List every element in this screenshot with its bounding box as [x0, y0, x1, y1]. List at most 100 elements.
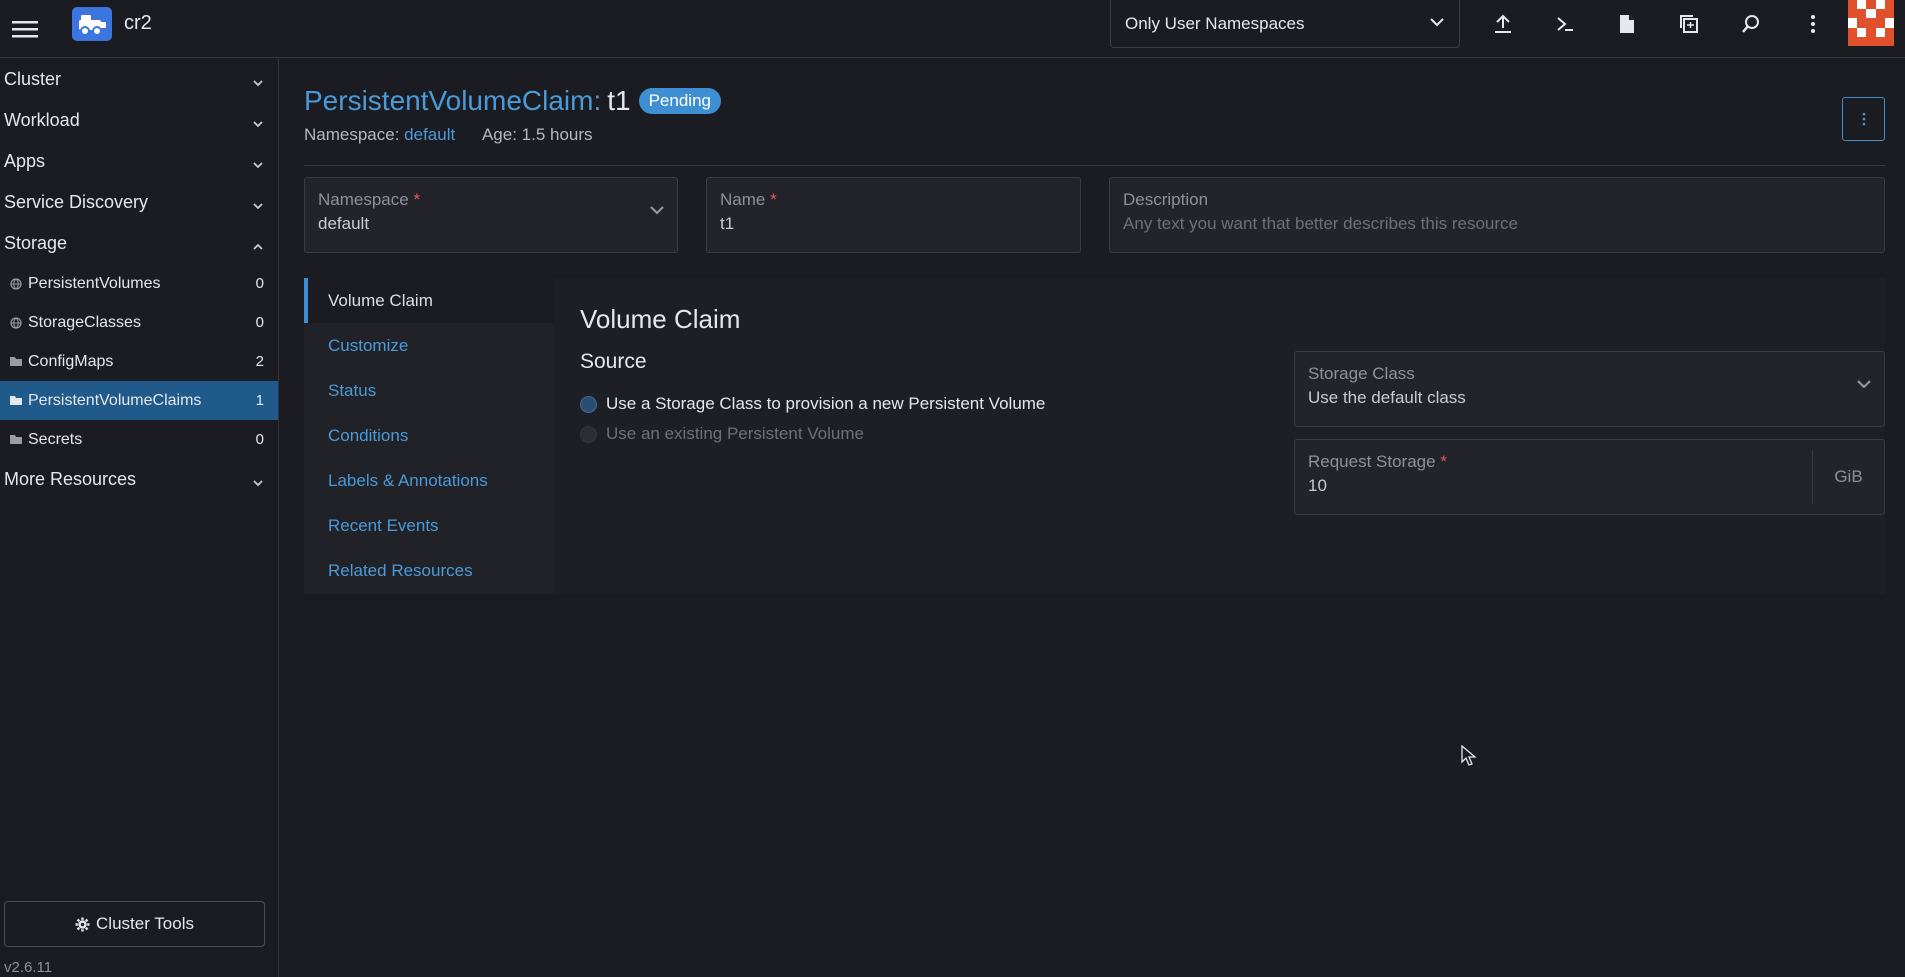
- chevron-down-icon: [252, 473, 264, 494]
- description-placeholder: Any text you want that better describes …: [1123, 214, 1518, 233]
- sidebar-item-label: PersistentVolumes: [28, 274, 161, 292]
- chevron-down-icon: [649, 202, 665, 222]
- search-icon[interactable]: [1720, 0, 1782, 48]
- storage-class-select[interactable]: Storage Class Use the default class: [1294, 351, 1885, 427]
- storage-class-value: Use the default class: [1308, 388, 1466, 407]
- chevron-down-icon: [252, 196, 264, 217]
- gear-icon: [75, 916, 90, 932]
- sidebar-item-storageclasses[interactable]: StorageClasses 0: [0, 303, 278, 342]
- source-title: Source: [580, 350, 647, 373]
- namespace-label: Namespace:: [304, 125, 400, 144]
- sidebar-item-configmaps[interactable]: ConfigMaps 2: [0, 342, 278, 381]
- nav-group-workload[interactable]: Workload: [0, 100, 278, 141]
- resource-name: t1: [607, 85, 631, 116]
- sidebar-item-label: Secrets: [28, 430, 83, 448]
- rancher-logo-icon[interactable]: [72, 7, 112, 41]
- copy-config-icon[interactable]: [1658, 0, 1720, 48]
- nav-group-label: Workload: [4, 110, 80, 130]
- namespace-value: default: [318, 214, 370, 233]
- nav-group-more-resources[interactable]: More Resources: [0, 459, 278, 500]
- storage-unit-addon: GiB: [1812, 450, 1884, 504]
- item-count: 0: [255, 314, 264, 331]
- name-label-text: Name: [720, 190, 766, 209]
- sidebar: Cluster Workload Apps Service Discovery …: [0, 59, 279, 977]
- sidebar-item-secrets[interactable]: Secrets 0: [0, 420, 278, 459]
- radio-option-new-volume[interactable]: Use a Storage Class to provision a new P…: [580, 394, 1045, 414]
- folder-icon: [10, 434, 26, 445]
- name-field-label: Name *: [720, 190, 1067, 210]
- namespace-link[interactable]: default: [404, 125, 455, 144]
- page-title: PersistentVolumeClaim: t1 Pending: [304, 85, 721, 117]
- sidebar-item-persistentvolumes[interactable]: PersistentVolumes 0: [0, 264, 278, 303]
- nav-group-label: Service Discovery: [4, 192, 149, 212]
- required-mark: *: [413, 190, 421, 209]
- nav-group-apps[interactable]: Apps: [0, 141, 278, 182]
- chevron-down-icon: [252, 114, 264, 135]
- request-storage-label: Request Storage: [1308, 452, 1436, 471]
- tab-related-resources[interactable]: Related Resources: [304, 548, 554, 593]
- nav-group-label: Cluster: [4, 69, 62, 89]
- user-avatar[interactable]: [1848, 0, 1894, 46]
- file-icon[interactable]: [1596, 0, 1658, 48]
- namespace-filter-value: Only User Namespaces: [1125, 13, 1305, 33]
- age-label: Age: 1.5 hours: [481, 125, 593, 144]
- cluster-name: cr2: [124, 12, 152, 34]
- radio-option-existing-volume[interactable]: Use an existing Persistent Volume: [580, 424, 864, 444]
- tab-status[interactable]: Status: [304, 368, 554, 413]
- top-bar: cr2 Only User Namespaces: [0, 0, 1905, 58]
- resource-type-link[interactable]: PersistentVolumeClaim:: [304, 85, 601, 117]
- shell-icon[interactable]: [1534, 0, 1596, 48]
- item-count: 1: [255, 392, 264, 409]
- nav-group-label: Apps: [4, 151, 46, 171]
- request-storage-field-label: Request Storage *: [1308, 452, 1871, 472]
- globe-icon: [10, 316, 26, 329]
- radio-button[interactable]: [580, 425, 597, 443]
- chevron-down-icon: [252, 73, 264, 94]
- upload-icon[interactable]: [1472, 0, 1534, 48]
- storage-class-label: Storage Class: [1308, 364, 1415, 383]
- tab-recent-events[interactable]: Recent Events: [304, 503, 554, 548]
- tab-labels-annotations[interactable]: Labels & Annotations: [304, 458, 554, 503]
- cluster-tools-button[interactable]: Cluster Tools: [4, 901, 265, 947]
- chevron-down-icon: [1429, 14, 1445, 35]
- nav-group-service-discovery[interactable]: Service Discovery: [0, 182, 278, 223]
- nav-group-storage[interactable]: Storage: [0, 223, 278, 264]
- sidebar-item-label: ConfigMaps: [28, 352, 114, 370]
- radio-label: Use a Storage Class to provision a new P…: [606, 394, 1046, 413]
- chevron-down-icon: [1856, 376, 1872, 396]
- description-label: Description: [1123, 190, 1209, 209]
- radio-button[interactable]: [580, 395, 597, 413]
- chevron-up-icon: [252, 237, 264, 258]
- hamburger-icon[interactable]: [0, 0, 50, 58]
- more-vertical-icon[interactable]: [1782, 0, 1844, 48]
- tab-customize[interactable]: Customize: [304, 323, 554, 368]
- request-storage-value: 10: [1308, 476, 1327, 495]
- top-toolbar: [1472, 0, 1844, 48]
- name-field[interactable]: Name * t1: [706, 177, 1081, 253]
- sidebar-item-label: PersistentVolumeClaims: [28, 391, 202, 409]
- nav-group-cluster[interactable]: Cluster: [0, 59, 278, 100]
- namespace-field-label: Namespace *: [318, 190, 664, 210]
- tab-conditions[interactable]: Conditions: [304, 413, 554, 458]
- item-count: 0: [255, 275, 264, 292]
- sidebar-item-persistentvolumeclaims[interactable]: PersistentVolumeClaims 1: [0, 381, 278, 420]
- namespace-select[interactable]: Namespace * default: [304, 177, 678, 253]
- description-field[interactable]: Description Any text you want that bette…: [1109, 177, 1885, 253]
- cluster-tools-label: Cluster Tools: [96, 914, 194, 933]
- required-mark: *: [770, 190, 777, 209]
- request-storage-field[interactable]: Request Storage * 10 GiB: [1294, 439, 1885, 515]
- globe-icon: [10, 277, 26, 290]
- main-content: PersistentVolumeClaim: t1 Pending Namesp…: [280, 59, 1905, 977]
- side-tabs: Volume Claim Customize Status Conditions…: [304, 278, 554, 594]
- status-badge: Pending: [638, 88, 721, 114]
- folder-icon: [10, 356, 26, 367]
- tab-volume-claim[interactable]: Volume Claim: [304, 278, 554, 323]
- section-title: Volume Claim: [580, 304, 741, 334]
- divider: [304, 165, 1885, 166]
- version-label: v2.6.11: [4, 959, 53, 976]
- actions-menu-button[interactable]: [1842, 97, 1885, 141]
- namespace-filter-select[interactable]: Only User Namespaces: [1110, 0, 1460, 48]
- item-count: 0: [255, 431, 264, 448]
- folder-icon: [10, 395, 26, 406]
- chevron-down-icon: [252, 155, 264, 176]
